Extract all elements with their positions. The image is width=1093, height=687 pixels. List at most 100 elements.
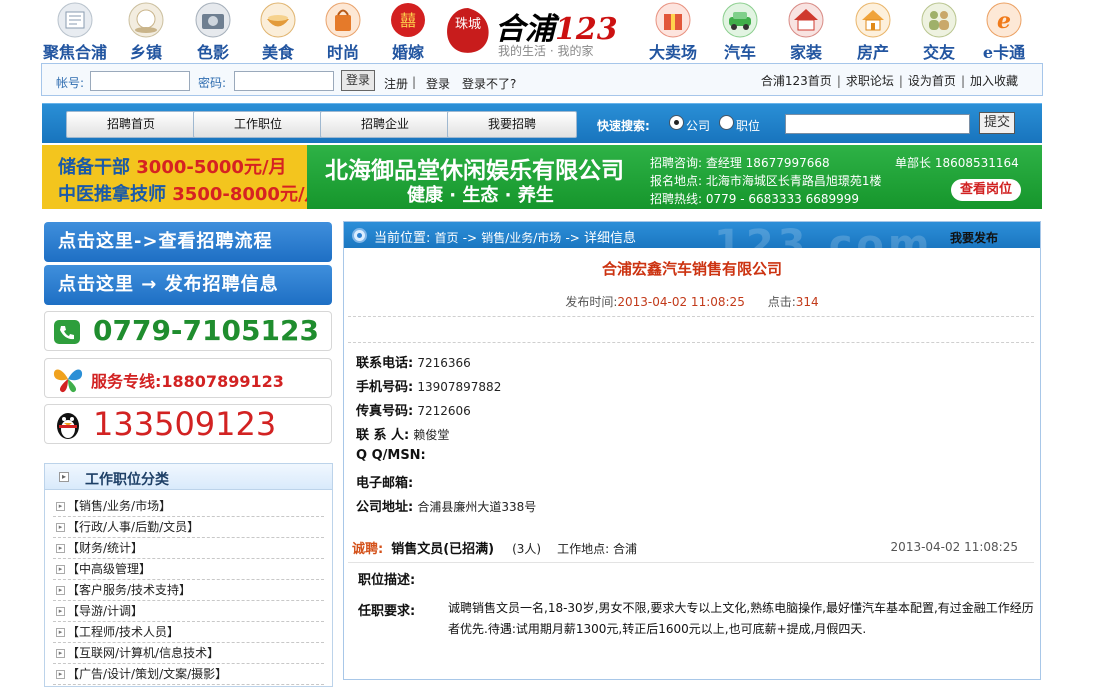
position-radio[interactable]	[719, 115, 734, 130]
company-radio-label: 公司	[686, 119, 711, 133]
house-decor-icon	[788, 2, 824, 38]
breadcrumb-category[interactable]: 销售/业务/市场	[481, 231, 561, 245]
banner-hotline: 招聘热线: 0779 - 6683333 6689999	[650, 192, 860, 206]
banner-tagline: 健康 · 生态 · 养生	[407, 185, 554, 206]
nav-item-decor[interactable]: 家装	[773, 2, 839, 62]
category-title: 工作职位分类	[85, 472, 169, 488]
job-headcount: (3人)	[512, 542, 542, 556]
nav-item-realestate[interactable]: 房产	[840, 2, 906, 62]
login-link[interactable]: 登录	[426, 75, 450, 92]
zhucheng-badge-logo: 珠城	[443, 6, 493, 56]
nav-label: 乡镇	[129, 43, 162, 62]
nav-label: 大卖场	[648, 43, 697, 62]
ad-banner[interactable]: 储备干部 3000-5000元/月 中医推拿技师 3500-8000元/月 北海…	[42, 145, 1042, 209]
account-input[interactable]	[90, 71, 190, 91]
publish-info: 发布时间:2013-04-02 11:08:25 点击:314	[565, 295, 819, 309]
category-item[interactable]: ▸ 【互联网/计算机/信息技术】	[53, 643, 324, 664]
job-requirements-label: 任职要求:	[358, 604, 416, 619]
top-nav: 聚焦合浦 乡镇 色影 美食 时尚 囍 婚嫁 珠城 合浦123 我的生活 · 我的…	[40, 0, 1040, 62]
nav-item-fashion[interactable]: 时尚	[310, 2, 376, 62]
search-submit-button[interactable]: 提交	[979, 112, 1016, 134]
job-positions-button[interactable]: 工作职位	[193, 111, 323, 138]
nav-label: 家装	[789, 43, 822, 62]
register-link[interactable]: 注册	[384, 75, 408, 92]
expand-icon: ▸	[56, 607, 65, 616]
nav-label: 时尚	[326, 43, 359, 62]
top-links: 合浦123首页 | 求职论坛 | 设为首页 | 加入收藏	[760, 74, 1018, 88]
nav-item-ecard[interactable]: e e卡通	[971, 2, 1037, 62]
quick-search-label: 快速搜索:	[597, 119, 650, 133]
qq-number: 133509123	[93, 405, 277, 443]
house-icon	[855, 2, 891, 38]
view-process-link[interactable]: 点击这里->查看招聘流程	[44, 222, 332, 262]
search-input[interactable]	[785, 114, 970, 134]
nav-label: 汽车	[723, 43, 756, 62]
banner-manager: 单部长 18608531164	[895, 156, 1019, 170]
position-radio-label: 职位	[736, 119, 761, 133]
phone-box: 0779-7105123	[44, 311, 332, 351]
category-item[interactable]: ▸ 【中高级管理】	[53, 559, 324, 580]
phone-number: 0779-7105123	[93, 314, 319, 347]
nav-item-wedding[interactable]: 囍 婚嫁	[375, 2, 441, 62]
post-job-link[interactable]: 我要发布	[950, 229, 998, 246]
contact-fax: 传真号码: 7212606	[356, 404, 471, 419]
gift-box-icon	[655, 2, 691, 38]
publish-time: 2013-04-02 11:08:25	[617, 295, 745, 309]
hiring-label: 诚聘:	[352, 542, 384, 557]
nav-item-car[interactable]: 汽车	[707, 2, 773, 62]
post-recruitment-button[interactable]: 我要招聘	[447, 111, 577, 138]
contact-email: 电子邮箱:	[356, 476, 414, 491]
location-pin-icon	[352, 228, 367, 243]
job-detail-panel: 123.com 当前位置: 首页 -> 销售/业务/市场 -> 详细信息 我要发…	[343, 221, 1041, 680]
job-date: 2013-04-02 11:08:25	[890, 540, 1018, 554]
site-logo[interactable]: 珠城 合浦123 我的生活 · 我的家	[443, 2, 633, 60]
svg-text:e: e	[997, 8, 1011, 34]
car-icon	[722, 2, 758, 38]
cannot-login-link[interactable]: 登录不了?	[462, 75, 516, 92]
category-item[interactable]: ▸ 【行政/人事/后勤/文员】	[53, 517, 324, 538]
add-favorite-link[interactable]: 加入收藏	[970, 74, 1018, 88]
category-item[interactable]: ▸ 【销售/业务/市场】	[53, 496, 324, 517]
category-item[interactable]: ▸ 【导游/计调】	[53, 601, 324, 622]
job-category-panel: ▸ 工作职位分类 ▸ 【销售/业务/市场】 ▸ 【行政/人事/后勤/文员】 ▸ 【财务…	[44, 463, 333, 687]
banner-company-name: 北海御品堂休闲娱乐有限公司	[325, 158, 624, 184]
banner-job-2: 中医推拿技师 3500-8000元/月	[58, 184, 323, 205]
nav-item-mall[interactable]: 大卖场	[640, 2, 706, 62]
nav-item-towns[interactable]: 乡镇	[113, 2, 179, 62]
separator: |	[412, 75, 417, 89]
expand-icon: ▸	[56, 502, 65, 511]
set-homepage-link[interactable]: 设为首页	[908, 74, 956, 88]
divider	[348, 316, 1034, 317]
nav-item-focus[interactable]: 聚焦合浦	[42, 2, 108, 62]
job-listing-row[interactable]: 诚聘: 销售文员(已招满) (3人) 工作地点: 合浦 2013-04-02 11:0…	[352, 538, 1032, 558]
job-requirements-text: 诚聘销售文员一名,18-30岁,男女不限,要求大专以上文化,熟练电脑操作,最好懂…	[448, 601, 1034, 636]
hiring-companies-button[interactable]: 招聘企业	[320, 111, 450, 138]
job-forum-link[interactable]: 求职论坛	[846, 74, 894, 88]
nav-item-photo[interactable]: 色影	[180, 2, 246, 62]
company-radio[interactable]	[669, 115, 684, 130]
breadcrumb-home[interactable]: 首页	[435, 231, 459, 245]
nav-label: 交友	[922, 43, 955, 62]
password-input[interactable]	[234, 71, 334, 91]
nav-item-food[interactable]: 美食	[245, 2, 311, 62]
contact-address: 公司地址: 合浦县廉州大道338号	[356, 500, 537, 515]
expand-icon: ▸	[56, 565, 65, 574]
home-link[interactable]: 合浦123首页	[761, 74, 832, 88]
category-header: ▸ 工作职位分类	[45, 464, 332, 490]
logo-slogan: 我的生活 · 我的家	[498, 44, 594, 58]
breadcrumb: 当前位置: 首页 -> 销售/业务/市场 -> 详细信息	[374, 231, 636, 246]
category-item[interactable]: ▸ 【广告/设计/策划/文案/摄影】	[53, 664, 324, 685]
divider	[348, 342, 1034, 343]
nav-label: 美食	[261, 43, 294, 62]
category-item[interactable]: ▸ 【工程师/技术人员】	[53, 622, 324, 643]
category-item[interactable]: ▸ 【客户服务/技术支持】	[53, 580, 324, 601]
login-button[interactable]: 登录	[341, 70, 376, 91]
expand-icon: ▸	[59, 472, 69, 482]
view-positions-button[interactable]: 查看岗位	[951, 179, 1021, 201]
breadcrumb-bar: 123.com 当前位置: 首页 -> 销售/业务/市场 -> 详细信息 我要发…	[344, 222, 1040, 268]
category-item[interactable]: ▸ 【财务/统计】	[53, 538, 324, 559]
publish-recruitment-link[interactable]: 点击这里 → 发布招聘信息	[44, 265, 332, 305]
banner-company-panel: 北海御品堂休闲娱乐有限公司 健康 · 生态 · 养生 招聘咨询: 查经理 186…	[307, 145, 1042, 209]
recruit-home-button[interactable]: 招聘首页	[66, 111, 196, 138]
nav-item-friends[interactable]: 交友	[906, 2, 972, 62]
